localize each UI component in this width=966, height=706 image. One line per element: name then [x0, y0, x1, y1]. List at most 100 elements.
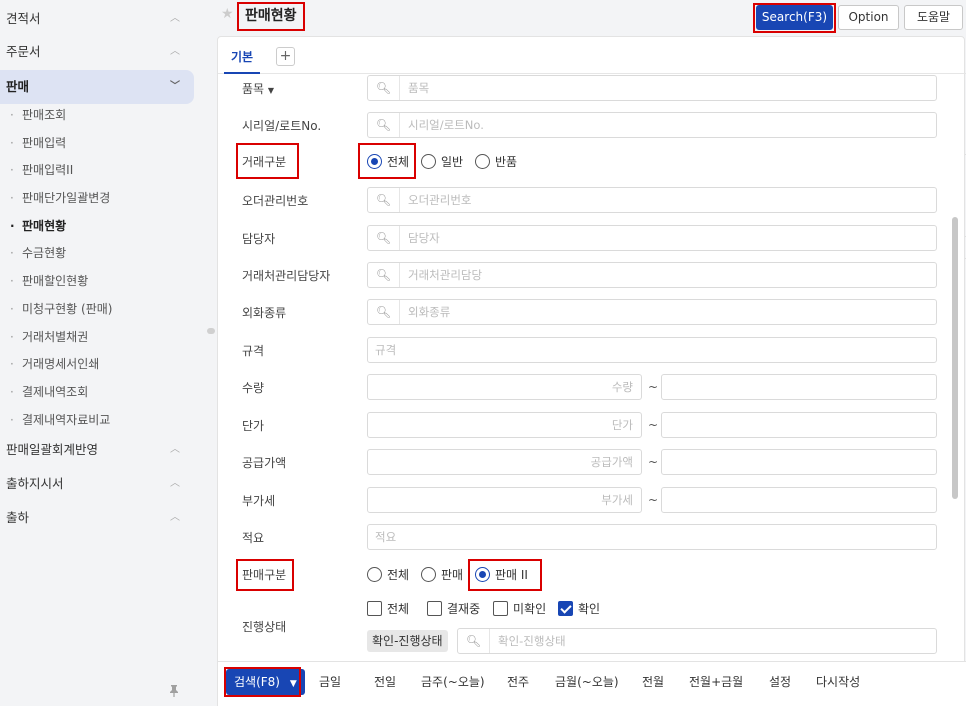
sidebar-item-payment-compare[interactable]: · 결제내역자료비교	[0, 407, 205, 435]
search-icon[interactable]: 🔍︎	[368, 188, 400, 212]
chevron-up-icon[interactable]: ︿	[170, 467, 180, 501]
vat-from-input[interactable]: 부가세	[367, 487, 642, 513]
sidebar-item-sales-inquiry[interactable]: · 판매조회	[0, 102, 205, 130]
button-label: 검색(F8)	[234, 675, 280, 689]
vat-to-input[interactable]	[661, 487, 937, 513]
bullet-dot: ·	[10, 357, 14, 372]
footer-toolbar: 검색(F8) ▼ 금일 전일 금주(~오늘) 전주 금월(~오늘) 전월 전월+…	[218, 661, 966, 706]
status-check-approving[interactable]: 결재중	[427, 599, 480, 619]
checkbox-box	[367, 601, 382, 616]
sidebar-item-discount-status[interactable]: · 판매할인현황	[0, 268, 205, 296]
spec-input[interactable]: 규격	[367, 337, 937, 363]
caret-down-icon[interactable]: ▼	[290, 679, 297, 689]
sidebar-item-label: 미청구현황 (판매)	[22, 301, 113, 316]
reset-button[interactable]: 다시작성	[816, 669, 860, 695]
range-separator: ~	[648, 418, 659, 432]
supply-from-input[interactable]: 공급가액	[367, 449, 642, 475]
sidebar-group-quote[interactable]: 견적서 ︿	[0, 2, 205, 36]
sidebar-item-label: 판매단가일괄변경	[22, 191, 111, 206]
sidebar-item-sales-entry-2[interactable]: · 판매입력II	[0, 157, 205, 185]
chevron-up-icon[interactable]: ︿	[170, 501, 180, 535]
sidebar-item-statement-print[interactable]: · 거래명세서인쇄	[0, 351, 205, 379]
sidebar-group-sales[interactable]: 판매 ﹀	[0, 70, 194, 104]
sidebar-item-sales-entry[interactable]: · 판매입력	[0, 130, 205, 158]
sidebar-item-price-bulk-change[interactable]: · 판매단가일괄변경	[0, 185, 205, 213]
spec-label: 규격	[242, 344, 265, 358]
serial-input[interactable]: 🔍︎ 시리얼/로트No.	[367, 112, 937, 138]
search-icon[interactable]: 🔍︎	[368, 263, 400, 287]
qty-label: 수량	[242, 381, 265, 395]
sales-type-radio-sales-2[interactable]: 판매 II	[475, 564, 528, 586]
currency-input[interactable]: 🔍︎ 외화종류	[367, 299, 937, 325]
sidebar-item-label: 판매조회	[22, 108, 67, 122]
quick-this-week[interactable]: 금주(~오늘)	[421, 669, 485, 695]
splitter-handle[interactable]	[207, 328, 215, 334]
client-manager-input[interactable]: 🔍︎ 거래처관리담당	[367, 262, 937, 288]
search-icon[interactable]: 🔍︎	[458, 629, 490, 653]
sidebar-item-client-receivables[interactable]: · 거래처별채권	[0, 324, 205, 352]
client-manager-label: 거래처관리담당자	[242, 269, 331, 283]
search-icon[interactable]: 🔍︎	[368, 226, 400, 250]
settings-button[interactable]: 설정	[769, 669, 791, 695]
search-icon[interactable]: 🔍︎	[368, 300, 400, 324]
quick-this-month[interactable]: 금월(~오늘)	[555, 669, 619, 695]
status-check-unconfirmed[interactable]: 미확인	[493, 599, 546, 619]
trade-type-radio-normal[interactable]: 일반	[421, 151, 463, 173]
add-tab-button[interactable]: +	[276, 47, 295, 66]
quick-last-and-this-month[interactable]: 전월+금월	[689, 669, 743, 695]
chevron-up-icon[interactable]: ︿	[170, 2, 180, 36]
range-separator: ~	[648, 455, 659, 469]
trade-type-radio-return[interactable]: 반품	[475, 151, 517, 173]
vertical-scrollbar[interactable]	[952, 217, 958, 499]
quick-last-week[interactable]: 전주	[507, 669, 529, 695]
tab-basic[interactable]: 기본	[224, 43, 260, 74]
qty-from-input[interactable]: 수량	[367, 374, 642, 400]
sidebar-group-ship-order[interactable]: 출하지시서 ︿	[0, 467, 205, 501]
memo-input[interactable]: 적요	[367, 524, 937, 550]
status-check-all[interactable]: 전체	[367, 599, 409, 619]
sales-type-radio-sales[interactable]: 판매	[421, 564, 463, 586]
favorite-star-icon[interactable]: ★	[221, 6, 234, 22]
search-icon[interactable]: 🔍︎	[368, 76, 400, 100]
chevron-up-icon[interactable]: ︿	[170, 35, 180, 69]
search-f8-button[interactable]: 검색(F8) ▼	[226, 669, 305, 695]
sidebar-group-shipping[interactable]: 출하 ︿	[0, 501, 205, 535]
status-check-confirmed[interactable]: 확인	[558, 599, 600, 619]
bullet-dot: ·	[10, 191, 14, 206]
supply-to-input[interactable]	[661, 449, 937, 475]
placeholder: 거래처관리담당	[408, 268, 483, 282]
help-button[interactable]: 도움말	[904, 5, 963, 30]
chevron-up-icon[interactable]: ︿	[170, 433, 180, 467]
item-input[interactable]: 🔍︎ 품목	[367, 75, 937, 101]
placeholder: 부가세	[601, 493, 633, 507]
sidebar-group-label: 출하	[6, 510, 30, 525]
trade-type-label: 거래구분	[242, 155, 287, 169]
price-from-input[interactable]: 단가	[367, 412, 642, 438]
search-icon[interactable]: 🔍︎	[368, 113, 400, 137]
sidebar-item-unbilled-status[interactable]: · 미청구현황 (판매)	[0, 296, 205, 324]
quick-yesterday[interactable]: 전일	[374, 669, 396, 695]
sidebar-item-collection-status[interactable]: · 수금현황	[0, 240, 205, 268]
status-chip[interactable]: 확인-진행상태	[367, 630, 448, 652]
price-to-input[interactable]	[661, 412, 937, 438]
order-no-input[interactable]: 🔍︎ 오더관리번호	[367, 187, 937, 213]
sales-type-radio-all[interactable]: 전체	[367, 564, 409, 586]
status-search-input[interactable]: 🔍︎ 확인-진행상태	[457, 628, 937, 654]
sidebar-group-batch-accounting[interactable]: 판매일괄회계반영 ︿	[0, 433, 205, 467]
item-label[interactable]: 품목 ▼	[242, 76, 274, 102]
qty-to-input[interactable]	[661, 374, 937, 400]
manager-input[interactable]: 🔍︎ 담당자	[367, 225, 937, 251]
trade-type-radio-all[interactable]: 전체	[367, 151, 409, 173]
chevron-down-icon[interactable]: ﹀	[170, 70, 180, 104]
pin-icon[interactable]	[168, 684, 180, 700]
quick-today[interactable]: 금일	[319, 669, 341, 695]
sidebar-item-payment-inquiry[interactable]: · 결제내역조회	[0, 379, 205, 407]
quick-last-month[interactable]: 전월	[642, 669, 664, 695]
serial-label: 시리얼/로트No.	[242, 119, 322, 133]
option-button[interactable]: Option	[838, 5, 899, 30]
search-f3-button[interactable]: Search(F3)	[756, 5, 833, 30]
sidebar-item-sales-status[interactable]: · 판매현황	[0, 213, 205, 241]
sidebar-group-order[interactable]: 주문서 ︿	[0, 35, 205, 69]
bullet-dot: ·	[10, 218, 15, 233]
sidebar-item-label: 수금현황	[22, 246, 67, 261]
